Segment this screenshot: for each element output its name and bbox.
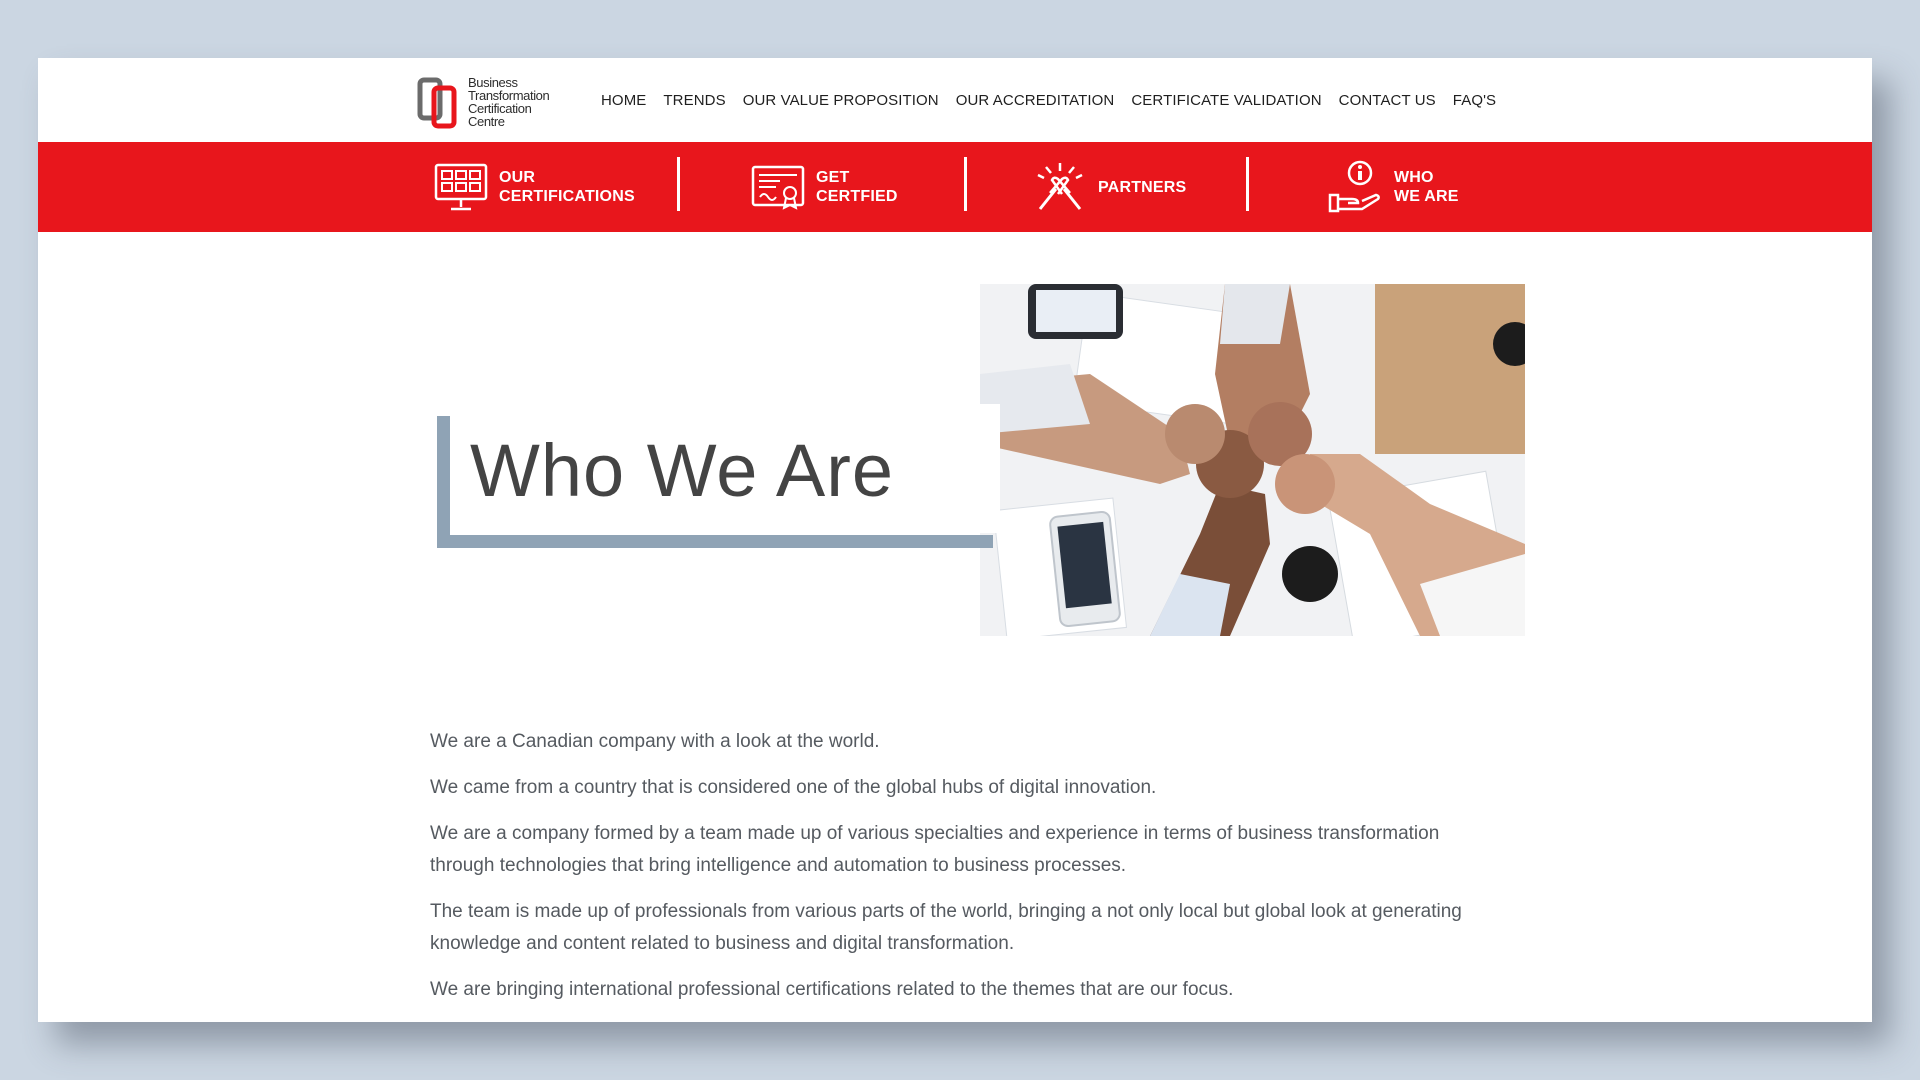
quick-link-get-certified[interactable]: GET CERTFIED: [750, 142, 898, 232]
page-title-text: Who We Are: [470, 429, 895, 512]
quick-link-who-we-are[interactable]: WHO WE ARE: [1328, 142, 1459, 232]
nav-faqs[interactable]: FAQ'S: [1453, 92, 1496, 109]
nav-contact-us[interactable]: CONTACT US: [1339, 92, 1436, 109]
page-title: Who We Are: [470, 428, 894, 514]
divider: [964, 157, 967, 211]
paragraph: We came from a country that is considere…: [430, 777, 1157, 798]
quick-link-line2: CERTIFICATIONS: [499, 188, 635, 205]
nav-trends[interactable]: TRENDS: [663, 92, 725, 109]
quick-link-our-certifications[interactable]: OUR CERTIFICATIONS: [433, 142, 635, 232]
nav-accreditation[interactable]: OUR ACCREDITATION: [956, 92, 1115, 109]
info-hand-icon: [1328, 160, 1380, 213]
quick-link-partners[interactable]: PARTNERS: [1032, 142, 1186, 232]
team-photo: [980, 284, 1525, 636]
quick-link-line2: WE ARE: [1394, 188, 1459, 205]
divider: [677, 157, 680, 211]
paragraph: We are a Canadian company with a look at…: [430, 731, 880, 752]
site-header: Business Transformation Certification Ce…: [38, 58, 1872, 138]
quick-link-line1: PARTNERS: [1098, 178, 1187, 196]
nav-home[interactable]: HOME: [601, 92, 646, 109]
quick-link-label: GET CERTFIED: [816, 168, 898, 206]
quick-link-label: PARTNERS: [1098, 178, 1186, 197]
browser-page: Business Transformation Certification Ce…: [38, 58, 1872, 1022]
paragraph: The team is made up of professionals fro…: [430, 901, 1462, 954]
quick-link-line2: CERTFIED: [816, 188, 898, 205]
monitor-certifications-icon: [434, 163, 488, 211]
quick-link-line1: GET: [816, 169, 850, 186]
nav-certificate-validation[interactable]: CERTIFICATE VALIDATION: [1131, 92, 1321, 109]
quick-link-line1: OUR: [499, 169, 536, 186]
quick-link-line1: WHO: [1394, 169, 1434, 186]
logo-text: Business Transformation Certification Ce…: [468, 76, 550, 129]
main-nav: HOME TRENDS OUR VALUE PROPOSITION OUR AC…: [601, 92, 1513, 109]
site-logo[interactable]: Business Transformation Certification Ce…: [416, 76, 550, 130]
handshake-icon: [1037, 163, 1083, 210]
quick-links-bar: OUR CERTIFICATIONS GET CERTFIED PARTNERS…: [38, 142, 1872, 232]
about-text: We are a Canadian company with a look at…: [430, 726, 1490, 1020]
nav-value-proposition[interactable]: OUR VALUE PROPOSITION: [743, 92, 939, 109]
quick-link-label: OUR CERTIFICATIONS: [499, 168, 635, 206]
paragraph: We are a company formed by a team made u…: [430, 823, 1440, 876]
logo-line-4: Centre: [468, 114, 505, 129]
logo-mark-icon: [416, 76, 462, 130]
quick-link-label: WHO WE ARE: [1394, 168, 1459, 206]
divider: [1246, 157, 1249, 211]
certificate-icon: [751, 165, 805, 210]
paragraph: We are bringing international profession…: [430, 979, 1234, 1000]
